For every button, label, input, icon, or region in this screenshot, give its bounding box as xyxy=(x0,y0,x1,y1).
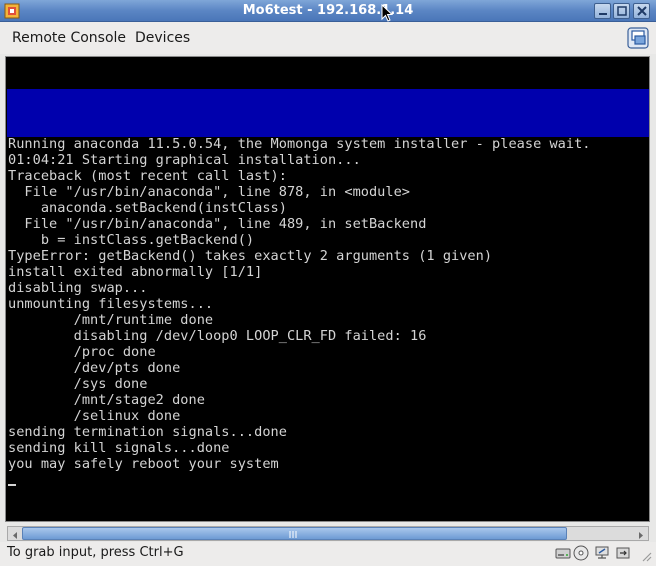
menu-bar: Remote Console Devices xyxy=(0,22,656,54)
installer-banner xyxy=(7,89,649,137)
resize-grip-icon[interactable] xyxy=(640,550,652,562)
console-line: /sys done xyxy=(8,376,148,392)
scroll-right-arrow-icon[interactable] xyxy=(634,527,648,540)
scroll-left-arrow-icon[interactable] xyxy=(8,527,22,540)
console-line: /dev/pts done xyxy=(8,360,181,376)
maximize-icon xyxy=(617,6,627,16)
maximize-button[interactable] xyxy=(613,3,630,19)
scrollbar-thumb[interactable] xyxy=(22,527,567,540)
console-line: b = instClass.getBackend() xyxy=(8,232,255,248)
close-icon xyxy=(637,6,647,16)
network-icon[interactable] xyxy=(594,545,610,561)
text-cursor xyxy=(8,484,16,486)
remote-console-screen[interactable]: Running anaconda 11.5.0.54, the Momonga … xyxy=(7,57,649,521)
minimize-icon xyxy=(599,13,607,15)
console-line: disabling swap... xyxy=(8,280,148,296)
mouse-pointer-icon xyxy=(381,4,393,22)
console-line: Traceback (most recent call last): xyxy=(8,168,287,184)
console-line: install exited abnormally [1/1] xyxy=(8,264,263,280)
console-line: /mnt/runtime done xyxy=(8,312,214,328)
console-line: sending termination signals...done xyxy=(8,424,287,440)
console-line: File "/usr/bin/anaconda", line 489, in s… xyxy=(8,216,427,232)
menu-devices[interactable]: Devices xyxy=(135,30,190,46)
title-bar[interactable]: Mo6test - 192.168.1.14 xyxy=(0,0,656,22)
window-title: Mo6test - 192.168.1.14 xyxy=(242,3,414,18)
console-line: anaconda.setBackend(instClass) xyxy=(8,200,287,216)
usb-icon[interactable] xyxy=(615,545,631,561)
console-line: disabling /dev/loop0 LOOP_CLR_FD failed:… xyxy=(8,328,427,344)
grip-icon xyxy=(289,531,297,538)
console-output: Running anaconda 11.5.0.54, the Momonga … xyxy=(8,136,591,472)
close-button[interactable] xyxy=(633,3,650,19)
menu-remote-console[interactable]: Remote Console xyxy=(12,30,126,46)
status-bar: To grab input, press Ctrl+G xyxy=(0,542,656,566)
console-line: /selinux done xyxy=(8,408,181,424)
console-line: File "/usr/bin/anaconda", line 878, in <… xyxy=(8,184,411,200)
console-line: you may safely reboot your system xyxy=(8,456,279,472)
horizontal-scrollbar[interactable] xyxy=(7,526,649,541)
console-line: /proc done xyxy=(8,344,156,360)
console-line: Running anaconda 11.5.0.54, the Momonga … xyxy=(8,136,591,152)
minimize-button[interactable] xyxy=(594,3,611,19)
cdrom-icon[interactable] xyxy=(573,545,589,561)
status-message: To grab input, press Ctrl+G xyxy=(7,545,184,560)
console-line: unmounting filesystems... xyxy=(8,296,214,312)
fullscreen-icon[interactable] xyxy=(627,27,649,49)
console-line: sending kill signals...done xyxy=(8,440,230,456)
console-line: /mnt/stage2 done xyxy=(8,392,205,408)
console-line: TypeError: getBackend() takes exactly 2 … xyxy=(8,248,493,264)
console-line: 01:04:21 Starting graphical installation… xyxy=(8,152,361,168)
hard-disk-icon[interactable] xyxy=(555,545,571,561)
